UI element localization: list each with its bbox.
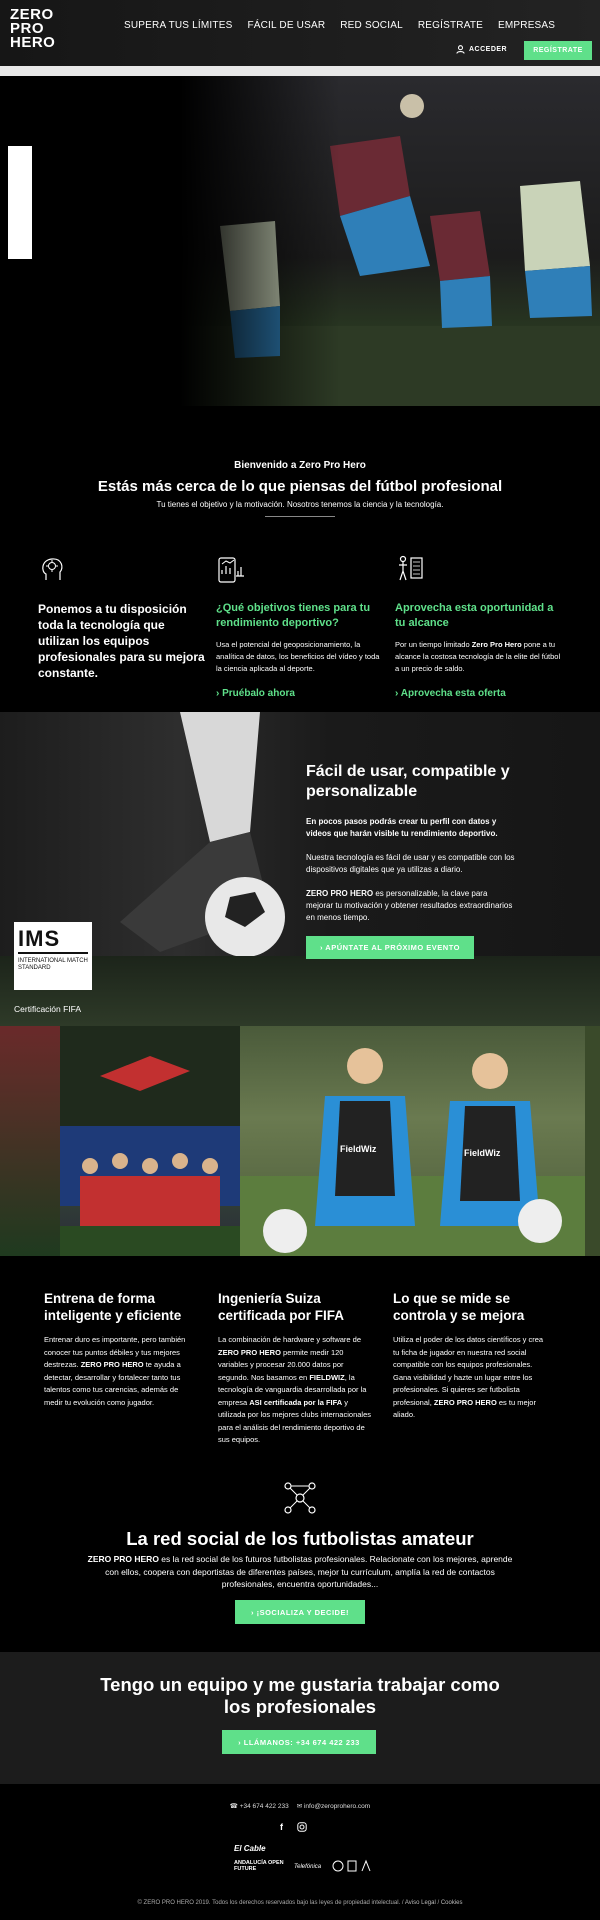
legal-notice-link[interactable]: Aviso Legal	[405, 1900, 436, 1906]
feature-technology: Ponemos a tu disposición toda la tecnolo…	[38, 554, 208, 689]
feature-objectives-text: Usa el potencial del geoposicionamiento,…	[216, 640, 380, 673]
partner-andalucia: ANDALUCÍA OPEN FUTURE	[234, 1860, 284, 1872]
nav-item-limits[interactable]: SUPERA TUS LÍMITES	[124, 20, 232, 31]
cookies-link[interactable]: Cookies	[441, 1900, 463, 1906]
network-icon	[284, 1482, 316, 1514]
facebook-icon[interactable]: f	[280, 1822, 283, 1832]
feature-opportunity: Aprovecha esta oportunidad a tu alcance …	[395, 554, 565, 701]
instagram-icon[interactable]	[297, 1822, 307, 1832]
feature-technology-title: Ponemos a tu disposición toda la tecnolo…	[38, 602, 205, 680]
login-label: ACCEDER	[469, 46, 508, 53]
benefit-train-title: Entrena de forma inteligente y eficiente	[44, 1291, 182, 1323]
government-logos	[332, 1859, 371, 1872]
header-divider	[0, 66, 600, 76]
easy-title: Fácil de usar, compatible y personalizab…	[306, 763, 510, 800]
footer-contact: ☎ +34 674 422 233 ✉ info@zeroprohero.com	[0, 1802, 600, 1810]
site-footer: ☎ +34 674 422 233 ✉ info@zeroprohero.com…	[0, 1784, 600, 1920]
nav-item-register[interactable]: REGÍSTRATE	[418, 20, 483, 31]
social-title: La red social de los futbolistas amateur	[126, 1528, 474, 1549]
nav-item-companies[interactable]: EMPRESAS	[498, 20, 555, 31]
photo-right-edge	[585, 1026, 600, 1256]
login-link[interactable]: ACCEDER	[456, 45, 507, 54]
team-section: Tengo un equipo y me gustaria trabajar c…	[0, 1652, 600, 1784]
divider	[265, 516, 335, 517]
partner-telefonica: Telefónica	[294, 1864, 322, 1870]
easy-paragraph-3: ZERO PRO HERO es personalizable, la clav…	[306, 889, 513, 922]
feature-objectives-title: ¿Qué objetivos tienes para tu rendimient…	[216, 602, 371, 629]
analytics-phone-icon	[218, 557, 244, 583]
hero-fade	[180, 76, 340, 406]
benefit-engineering-title: Ingeniería Suiza certificada por FIFA	[218, 1291, 345, 1323]
benefit-measure: Lo que se mide se controla y se mejora U…	[393, 1290, 548, 1422]
shirt-text-left: FieldWiz	[340, 1144, 377, 1154]
hero-section	[0, 76, 600, 406]
photo-team-celebration	[60, 1026, 240, 1256]
offer-link[interactable]: › Aprovecha esta oferta	[395, 688, 506, 699]
welcome-kicker: Bienvenido a Zero Pro Hero	[234, 460, 366, 471]
benefit-engineering: Ingeniería Suiza certificada por FIFA La…	[218, 1290, 373, 1447]
photo-left-edge	[0, 1026, 60, 1256]
welcome-section: Bienvenido a Zero Pro Hero Estás más cer…	[0, 406, 600, 712]
easy-to-use-section: IMS INTERNATIONAL MATCH STANDARD Certifi…	[0, 712, 600, 1026]
nav-item-social[interactable]: RED SOCIAL	[340, 20, 403, 31]
benefit-measure-text: Utiliza el poder de los datos científico…	[393, 1335, 544, 1419]
logo[interactable]: ZERO PRO HERO	[10, 7, 56, 51]
phone-icon: ☎	[229, 1803, 238, 1810]
partner-logos: El Cable ANDALUCÍA OPEN FUTURE Telefónic…	[232, 1842, 372, 1874]
fifa-certification-label: Certificación FIFA	[14, 1004, 82, 1014]
ims-badge: IMS INTERNATIONAL MATCH STANDARD	[14, 922, 92, 990]
easy-paragraph-1: En pocos pasos podrás crear tu perfil co…	[306, 817, 498, 838]
user-icon	[456, 45, 465, 54]
team-title: Tengo un equipo y me gustaria trabajar c…	[100, 1674, 500, 1717]
brain-head-icon	[42, 558, 63, 580]
tactics-board-icon	[399, 555, 423, 581]
ims-badge-title: IMS	[18, 926, 88, 954]
benefit-engineering-text: La combinación de hardware y software de…	[218, 1335, 371, 1444]
site-header: ZERO PRO HERO SUPERA TUS LÍMITES FÁCIL D…	[0, 0, 600, 66]
easy-content: Fácil de usar, compatible y personalizab…	[306, 762, 516, 959]
footer-email[interactable]: ✉ info@zeroprohero.com	[297, 1802, 370, 1810]
benefit-measure-title: Lo que se mide se controla y se mejora	[393, 1291, 525, 1323]
feature-opportunity-text: Por un tiempo limitado Zero Pro Hero pon…	[395, 640, 561, 673]
welcome-title: Estás más cerca de lo que piensas del fú…	[97, 478, 503, 495]
football-boot-image	[120, 712, 285, 957]
ims-badge-text: INTERNATIONAL MATCH STANDARD	[18, 958, 88, 971]
next-event-button[interactable]: › APÚNTATE AL PRÓXIMO EVENTO	[306, 936, 474, 959]
try-now-link[interactable]: › Pruébalo ahora	[216, 688, 295, 699]
register-button[interactable]: REGÍSTRATE	[524, 41, 592, 60]
mail-icon: ✉	[296, 1803, 303, 1810]
social-text: ZERO PRO HERO es la red social de los fu…	[87, 1554, 513, 1589]
main-nav: SUPERA TUS LÍMITES FÁCIL DE USAR RED SOC…	[124, 20, 555, 31]
social-network-section: La red social de los futbolistas amateur…	[0, 1460, 600, 1652]
feature-opportunity-title: Aprovecha esta oportunidad a tu alcance	[395, 602, 554, 629]
easy-paragraph-2: Nuestra tecnología es fácil de usar y es…	[306, 853, 515, 874]
partner-elcable: El Cable	[234, 1844, 266, 1853]
feature-objectives: ¿Qué objetivos tienes para tu rendimient…	[216, 554, 386, 701]
logo-line-3: HERO	[10, 34, 56, 51]
photo-players-fieldwiz: FieldWiz FieldWiz	[240, 1026, 585, 1256]
copyright: © ZERO PRO HERO 2019. Todos los derechos…	[137, 1900, 463, 1906]
welcome-subtitle: Tu tienes el objetivo y la motivación. N…	[156, 500, 444, 509]
footer-phone[interactable]: ☎ +34 674 422 233	[230, 1802, 289, 1810]
call-us-button[interactable]: › LLÁMANOS: +34 674 422 233	[222, 1730, 376, 1754]
footer-social-links: f	[280, 1822, 307, 1832]
shirt-text-right: FieldWiz	[464, 1148, 501, 1158]
benefit-train-text: Entrenar duro es importante, pero tambié…	[44, 1335, 186, 1407]
side-panel-tab[interactable]	[8, 146, 32, 259]
socialize-button[interactable]: › ¡SOCIALIZA Y DECIDE!	[235, 1600, 365, 1624]
nav-item-easy[interactable]: FÁCIL DE USAR	[247, 20, 325, 31]
benefits-section: Entrena de forma inteligente y eficiente…	[0, 1256, 600, 1460]
photo-strip: FieldWiz FieldWiz	[0, 1026, 600, 1256]
benefit-train: Entrena de forma inteligente y eficiente…	[44, 1290, 199, 1409]
